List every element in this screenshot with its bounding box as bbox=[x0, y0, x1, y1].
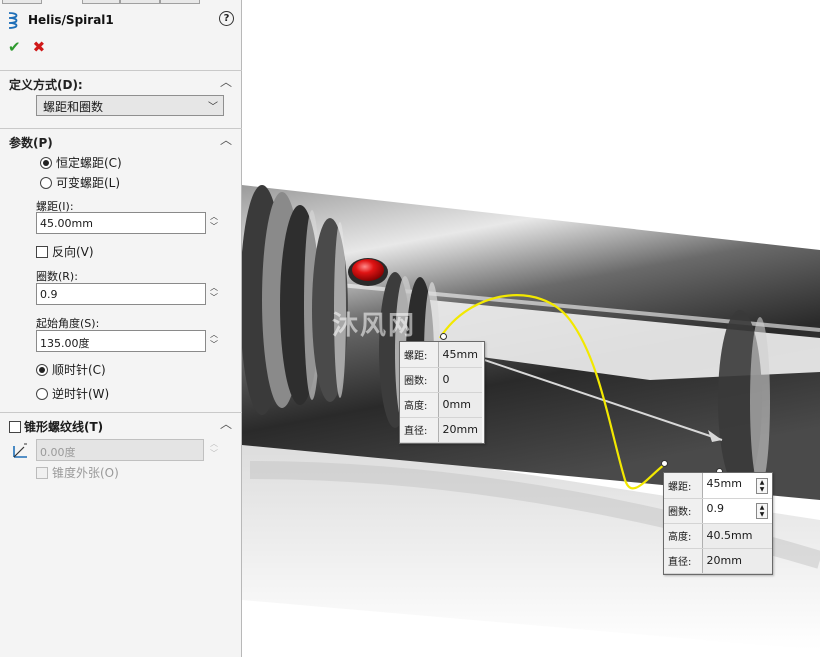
radio-unselected-icon[interactable] bbox=[36, 387, 48, 400]
cancel-button[interactable]: ✖ bbox=[33, 38, 46, 56]
feature-title: Helis/Spiral1 bbox=[28, 13, 114, 27]
revolutions-label: 圈数(R): bbox=[36, 270, 78, 283]
revolutions-spinner[interactable]: ︿ ﹀ bbox=[208, 283, 220, 307]
start-angle-spinner[interactable]: ︿ ﹀ bbox=[208, 330, 220, 354]
taper-section-header[interactable]: 锥形螺纹线(T) ︿ bbox=[0, 412, 242, 434]
callout-value: 40.5mm bbox=[702, 523, 772, 549]
counterclockwise-label: 逆时针(W) bbox=[52, 387, 110, 401]
helix-start-handle[interactable] bbox=[440, 333, 447, 340]
taper-toggle[interactable]: 锥形螺纹线(T) bbox=[9, 418, 103, 435]
callout-pitch-field[interactable]: 45mm ▲ ▼ bbox=[702, 473, 772, 499]
chevron-up-icon[interactable]: ︿ bbox=[220, 131, 232, 148]
callout-key: 高度: bbox=[664, 523, 703, 549]
callout-value: 0mm bbox=[438, 392, 482, 418]
helix-icon bbox=[8, 12, 18, 29]
taper-outward-option[interactable]: 锥度外张(O) bbox=[36, 464, 119, 481]
reverse-direction-option[interactable]: 反向(V) bbox=[36, 243, 94, 260]
end-callout-row: 高度: 40.5mm bbox=[664, 523, 772, 549]
end-callout[interactable]: 螺距: 45mm ▲ ▼ 圈数: 0.9 ▲ ▼ 高度: 40.5mm 直径: 20… bbox=[663, 472, 773, 575]
revolutions-input[interactable]: 0.9 bbox=[36, 283, 206, 305]
ok-button[interactable]: ✔ bbox=[8, 38, 21, 56]
callout-key: 圈数: bbox=[664, 498, 703, 524]
chevron-up-icon[interactable]: ︿ bbox=[220, 73, 232, 90]
callout-value: 45mm bbox=[438, 342, 482, 368]
tab-dimxpert[interactable] bbox=[160, 0, 200, 4]
end-callout-row: 圈数: 0.9 ▲ ▼ bbox=[664, 498, 772, 524]
start-callout-row: 直径: 20mm bbox=[400, 417, 482, 443]
counterclockwise-option[interactable]: 逆时针(W) bbox=[36, 385, 109, 402]
callout-value: 0 bbox=[438, 367, 482, 393]
red-button bbox=[348, 258, 388, 286]
chevron-down-icon: ﹀ bbox=[208, 102, 218, 113]
clockwise-label: 顺时针(C) bbox=[52, 363, 106, 377]
callout-key: 直径: bbox=[664, 548, 703, 574]
reverse-label: 反向(V) bbox=[52, 245, 94, 259]
callout-value: 20mm bbox=[702, 548, 772, 574]
ok-cancel-bar: ✔ ✖ bbox=[8, 38, 45, 56]
variable-pitch-option[interactable]: 可变螺距(L) bbox=[40, 174, 120, 191]
start-angle-label: 起始角度(S): bbox=[36, 317, 100, 330]
taper-label: 锥形螺纹线(T) bbox=[24, 420, 104, 434]
property-manager-panel: Helis/Spiral1 ? ✔ ✖ 定义方式(D): ︿ 螺距和圈数 ﹀ 参… bbox=[0, 0, 242, 657]
start-callout-row: 高度: 0mm bbox=[400, 392, 482, 418]
define-by-section-header[interactable]: 定义方式(D): ︿ bbox=[0, 70, 242, 92]
pitch-spinner[interactable]: ︿ ﹀ bbox=[208, 212, 220, 236]
checkbox-icon[interactable] bbox=[9, 420, 21, 433]
radio-selected-icon[interactable] bbox=[36, 363, 48, 376]
callout-key: 直径: bbox=[400, 417, 439, 443]
radio-selected-icon[interactable] bbox=[40, 156, 52, 169]
tab-property-manager[interactable] bbox=[82, 0, 120, 4]
callout-key: 螺距: bbox=[664, 473, 703, 499]
parameters-label: 参数(P) bbox=[9, 136, 53, 150]
callout-pitch-spinner[interactable]: ▲ ▼ bbox=[756, 477, 768, 494]
feature-title-row: Helis/Spiral1 ? bbox=[6, 10, 234, 30]
tab-configuration-manager[interactable] bbox=[120, 0, 160, 4]
callout-value: 20mm bbox=[438, 417, 482, 443]
start-angle-input[interactable]: 135.00度 bbox=[36, 330, 206, 352]
taper-outward-label: 锥度外张(O) bbox=[52, 466, 119, 480]
clockwise-option[interactable]: 顺时针(C) bbox=[36, 361, 106, 378]
end-callout-row: 螺距: 45mm ▲ ▼ bbox=[664, 473, 772, 499]
callout-revolutions-spinner[interactable]: ▲ ▼ bbox=[756, 503, 768, 519]
callout-key: 螺距: bbox=[400, 342, 439, 368]
taper-angle-spinner[interactable]: ︿ ﹀ bbox=[208, 439, 220, 463]
parameters-section-header[interactable]: 参数(P) ︿ bbox=[0, 128, 242, 150]
constant-pitch-option[interactable]: 恒定螺距(C) bbox=[40, 154, 122, 171]
watermark-text: 沐风网 bbox=[332, 311, 417, 341]
define-by-label: 定义方式(D): bbox=[9, 78, 83, 92]
callout-key: 圈数: bbox=[400, 367, 439, 393]
start-callout[interactable]: 螺距: 45mm 圈数: 0 高度: 0mm 直径: 20mm bbox=[399, 341, 485, 444]
define-by-select[interactable]: 螺距和圈数 ﹀ bbox=[36, 95, 224, 116]
end-cap bbox=[242, 185, 348, 415]
start-callout-row: 螺距: 45mm bbox=[400, 342, 482, 368]
help-icon[interactable]: ? bbox=[219, 11, 234, 26]
chevron-up-icon[interactable]: ︿ bbox=[220, 415, 232, 432]
tab-feature-manager[interactable] bbox=[2, 0, 42, 4]
callout-value: 0.9 bbox=[706, 502, 725, 515]
constant-pitch-label: 恒定螺距(C) bbox=[56, 156, 122, 170]
checkbox-icon[interactable] bbox=[36, 245, 48, 258]
define-by-value: 螺距和圈数 bbox=[43, 100, 104, 114]
callout-key: 高度: bbox=[400, 392, 439, 418]
pitch-input[interactable]: 45.00mm bbox=[36, 212, 206, 234]
callout-value: 45mm bbox=[706, 476, 742, 490]
end-callout-row: 直径: 20mm bbox=[664, 548, 772, 574]
start-callout-row: 圈数: 0 bbox=[400, 367, 482, 393]
taper-angle-input[interactable]: 0.00度 bbox=[36, 439, 204, 461]
graphics-viewport[interactable]: 沐风网 螺距: 45mm 圈数: 0 高度: 0mm 直径: 20mm 螺距: … bbox=[242, 0, 820, 657]
callout-revolutions-field[interactable]: 0.9 ▲ ▼ bbox=[702, 498, 772, 524]
checkbox-icon[interactable] bbox=[36, 466, 48, 479]
taper-angle-icon bbox=[13, 443, 27, 458]
variable-pitch-label: 可变螺距(L) bbox=[56, 176, 121, 190]
radio-unselected-icon[interactable] bbox=[40, 176, 52, 189]
helix-end-handle[interactable] bbox=[661, 460, 668, 467]
panel-tabs bbox=[0, 0, 242, 4]
